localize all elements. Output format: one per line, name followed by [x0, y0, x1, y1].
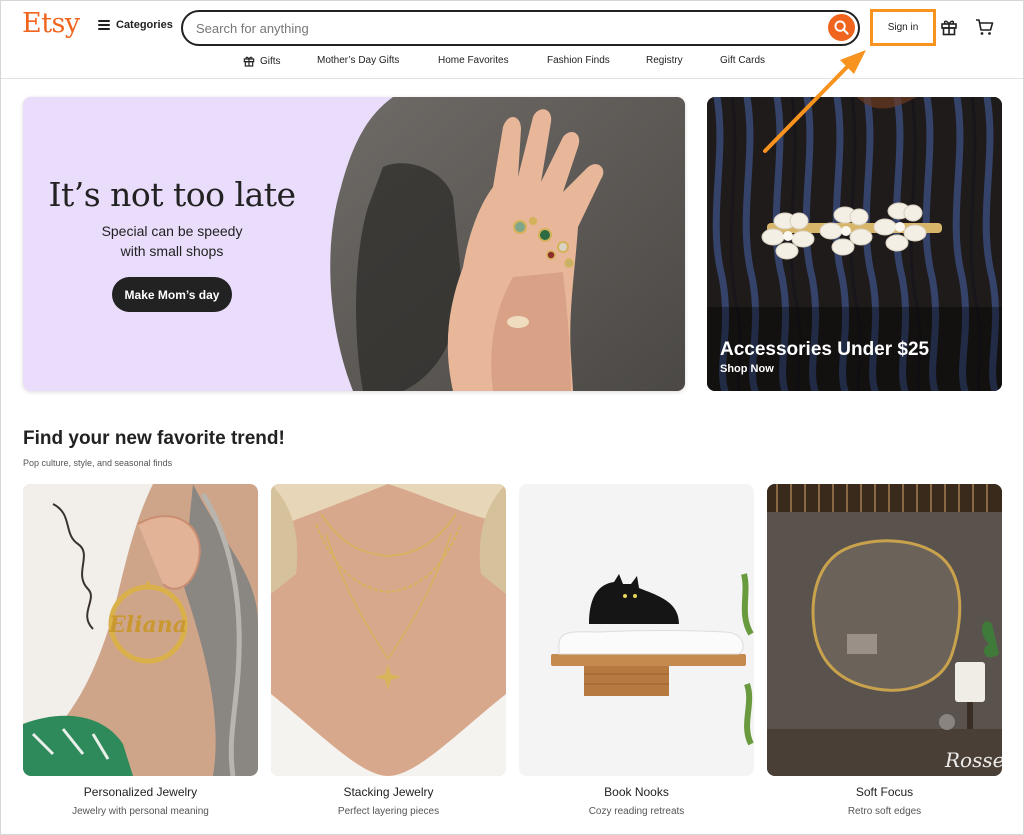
card-description: Jewelry with personal meaning [72, 806, 209, 817]
nav-item-home-favorites[interactable]: Home Favorites [438, 55, 509, 66]
nav-label: Registry [646, 55, 683, 66]
card-label: Soft Focus [855, 785, 914, 799]
trend-card-book-nooks[interactable]: Book Nooks Cozy reading retreats [519, 484, 754, 817]
personalized-jewelry-image: Eliana [23, 484, 258, 776]
nav-label: Fashion Finds [547, 55, 610, 66]
nav-label: Home Favorites [438, 55, 509, 66]
nav-item-fashion-finds[interactable]: Fashion Finds [547, 55, 610, 66]
nav-label: Mother’s Day Gifts [317, 55, 400, 66]
card-label: Personalized Jewelry [83, 785, 198, 799]
category-nav: Gifts Mother’s Day Gifts Home Favorites … [0, 55, 1024, 71]
rosse-watermark: Rosse [944, 748, 1002, 772]
eliana-engraving: Eliana [108, 612, 187, 638]
card-label: Stacking Jewelry [343, 785, 434, 799]
trend-section-title: Find your new favorite trend! [23, 428, 285, 449]
card-description: Retro soft edges [847, 806, 922, 817]
trend-section-subtitle: Pop culture, style, and seasonal finds [23, 458, 173, 468]
hero-subtitle-line-2: with small shops [120, 243, 224, 259]
gift-icon[interactable] [940, 18, 958, 41]
search-button[interactable] [828, 14, 855, 41]
categories-button[interactable]: Categories [98, 19, 173, 31]
soft-focus-mirror-image: Rosse [767, 484, 1002, 776]
cart-icon[interactable] [975, 18, 994, 41]
hero-subtitle: Special can be speedy with small shops [23, 221, 321, 261]
accessories-title: Accessories Under $25 [720, 339, 930, 360]
etsy-logo[interactable]: Etsy [22, 8, 80, 39]
nav-item-mothers-day[interactable]: Mother’s Day Gifts [317, 55, 399, 66]
make-moms-day-button[interactable]: Make Mom’s day [112, 277, 232, 312]
card-description: Perfect layering pieces [337, 806, 440, 817]
arrow-annotation-icon [763, 50, 866, 153]
menu-icon [98, 20, 110, 30]
search-input[interactable] [196, 20, 796, 36]
gift-icon [243, 56, 255, 67]
card-label: Book Nooks [604, 785, 669, 799]
nav-item-registry[interactable]: Registry [646, 55, 683, 66]
categories-label: Categories [116, 19, 173, 31]
card-description: Cozy reading retreats [588, 806, 685, 817]
hero-title: It’s not too late [48, 175, 296, 214]
search-icon [834, 20, 849, 35]
book-nooks-image [519, 484, 754, 776]
trend-card-stacking-jewelry[interactable]: Stacking Jewelry Perfect layering pieces [271, 484, 506, 817]
stacking-jewelry-image [271, 484, 506, 776]
shop-now-link[interactable]: Shop Now [720, 363, 774, 375]
trend-card-soft-focus[interactable]: Rosse Soft Focus Retro soft edges [767, 484, 1002, 817]
nav-item-gifts[interactable]: Gifts [243, 55, 281, 67]
search-bar [181, 10, 860, 46]
nav-label: Gifts [260, 55, 281, 67]
sign-in-button[interactable]: Sign in [888, 22, 919, 33]
sign-in-highlight: Sign in [870, 9, 936, 46]
trend-card-personalized-jewelry[interactable]: Eliana Personalized Jewelry Jewelry with… [23, 484, 258, 817]
hero-subtitle-line-1: Special can be speedy [101, 223, 243, 239]
hero-banner[interactable]: It’s not too late Special can be speedy … [23, 97, 685, 391]
